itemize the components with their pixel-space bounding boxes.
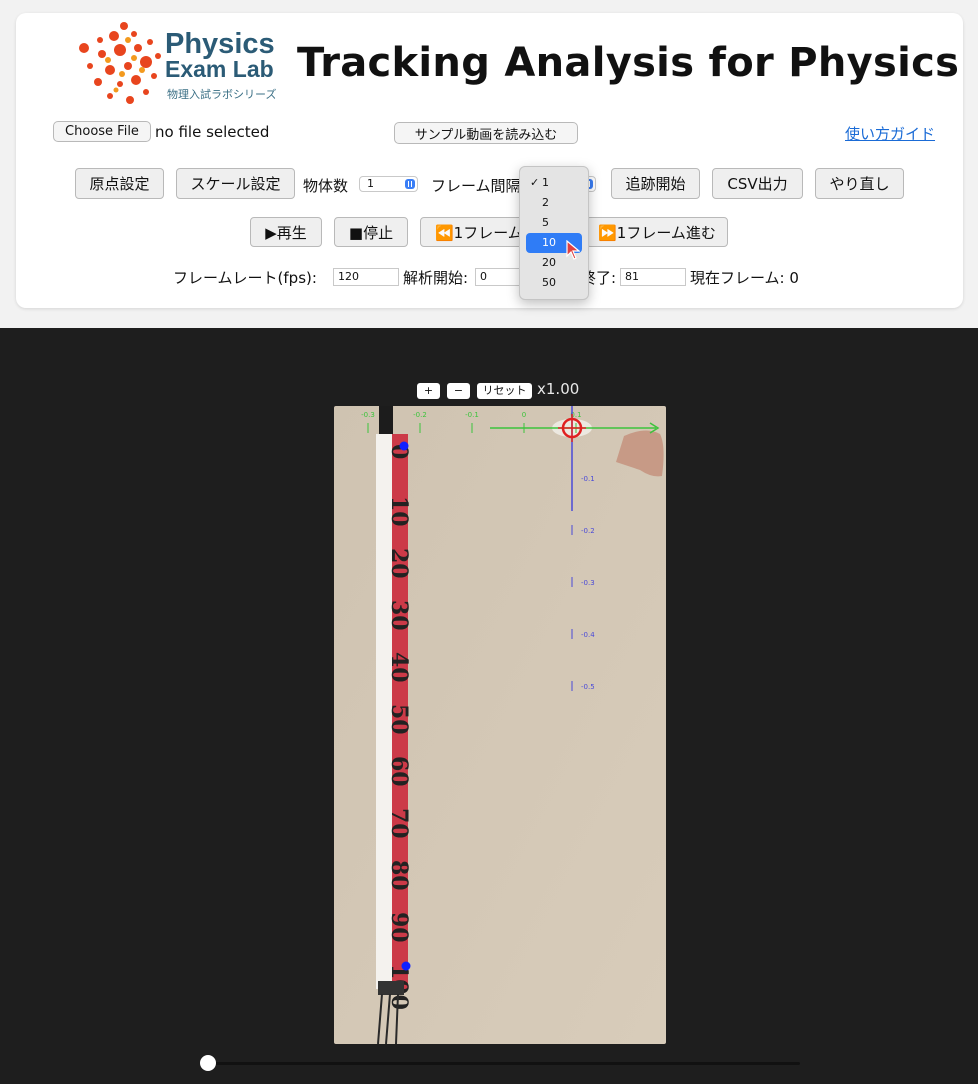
dropdown-option[interactable]: ✓ 1 [526, 173, 582, 193]
zoom-out-button[interactable]: − [447, 383, 470, 399]
dropdown-option[interactable]: 50 [526, 273, 582, 293]
origin-set-button[interactable]: 原点設定 [75, 168, 164, 199]
scale-set-button[interactable]: スケール設定 [176, 168, 295, 199]
objects-select-value: 1 [367, 177, 374, 190]
load-sample-button[interactable]: サンプル動画を読み込む [394, 122, 578, 144]
logo-tagline: 物理入試ラボシリーズ [167, 88, 277, 101]
track-start-button[interactable]: 追跡開始 [611, 168, 700, 199]
start-label: 解析開始: [403, 269, 469, 287]
y-axis-tick-label: -0.2 [581, 527, 595, 535]
choose-file-button[interactable]: Choose File [53, 121, 151, 142]
ruler-mark: 50 [386, 704, 412, 735]
fps-label: フレームレート(fps): [173, 269, 317, 287]
frame-interval-dropdown: ✓ 1 2 5 10 20 50 [519, 166, 589, 300]
ruler-mark: 10 [386, 496, 412, 527]
fps-input[interactable]: 120 [333, 268, 399, 286]
ruler-mark: 60 [386, 756, 412, 787]
select-arrow-icon [405, 179, 415, 189]
x-axis-tick-label: -0.3 [361, 411, 375, 419]
x-axis-tick-label: 0 [522, 411, 526, 419]
x-axis-tick-label: -0.2 [413, 411, 427, 419]
next-frame-button[interactable]: ⏩1フレーム進む [586, 217, 728, 247]
mouse-pointer-icon [566, 240, 580, 260]
zoom-reset-button[interactable]: リセット [477, 383, 532, 399]
stop-button[interactable]: ■停止 [334, 217, 408, 247]
frame-interval-label: フレーム間隔 [431, 177, 521, 195]
dropdown-option[interactable]: 5 [526, 213, 582, 233]
zoom-level: x1.00 [537, 380, 580, 398]
y-axis-tick-label: -0.4 [581, 631, 595, 639]
zoom-in-button[interactable]: + [417, 383, 440, 399]
page-title: Tracking Analysis for Physics [297, 40, 960, 86]
ruler-mark: 30 [386, 600, 412, 631]
frame-slider-thumb[interactable] [200, 1055, 216, 1071]
x-axis-tick-label: -0.1 [465, 411, 479, 419]
video-canvas: 0102030405060708090100 -0.3-0.2-0.100.1 … [334, 406, 666, 1044]
ruler-mark: 20 [386, 548, 412, 579]
frame-slider-track[interactable] [205, 1062, 800, 1065]
end-input[interactable]: 81 [620, 268, 686, 286]
video-frame[interactable]: 0102030405060708090100 -0.3-0.2-0.100.1 … [334, 406, 666, 1044]
redo-button[interactable]: やり直し [815, 168, 904, 199]
objects-label: 物体数 [303, 177, 349, 195]
y-axis-tick-label: -0.5 [581, 683, 595, 691]
y-axis-tick-label: -0.1 [581, 475, 595, 483]
logo-icon [79, 22, 161, 104]
file-status: no file selected [155, 123, 270, 141]
objects-select[interactable]: 1 [359, 176, 418, 192]
current-frame-label: 現在フレーム: 0 [690, 269, 799, 287]
y-axis-tick-label: -0.3 [581, 579, 595, 587]
ruler-mark: 90 [386, 912, 412, 943]
logo-exam-lab: Exam Lab [165, 56, 274, 82]
ruler-mark: 70 [386, 808, 412, 839]
checkmark-icon: ✓ [530, 176, 540, 189]
ruler-mark: 80 [386, 860, 412, 891]
start-input[interactable]: 0 [475, 268, 525, 286]
csv-export-button[interactable]: CSV出力 [712, 168, 803, 199]
play-button[interactable]: ▶再生 [250, 217, 322, 247]
dropdown-option[interactable]: 2 [526, 193, 582, 213]
guide-link[interactable]: 使い方ガイド [845, 123, 935, 144]
ruler-mark: 40 [386, 652, 412, 683]
